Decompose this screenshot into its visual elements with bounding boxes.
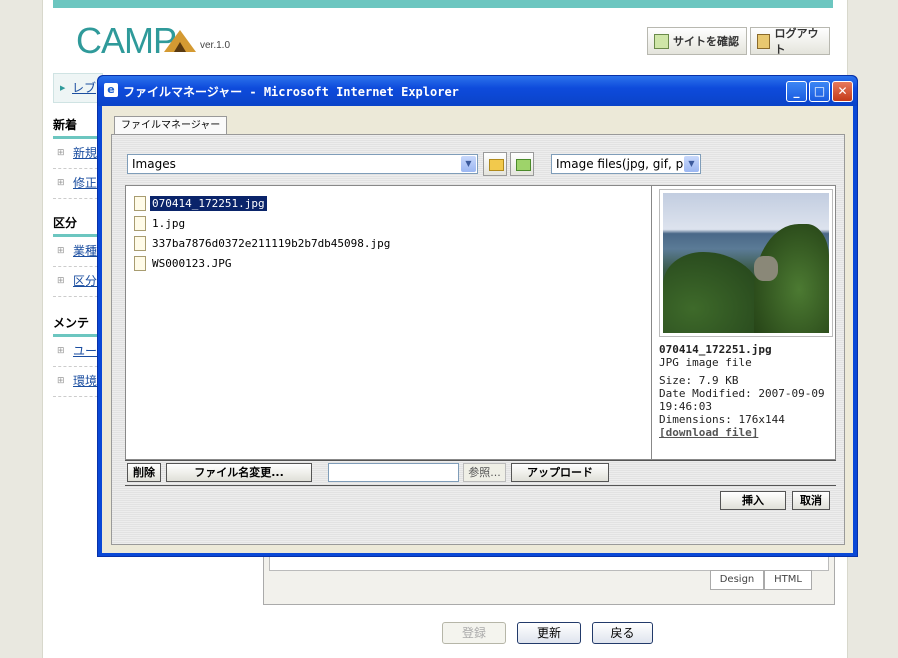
file-list: 070414_172251.jpg 1.jpg 337ba7876d0372e2… <box>125 185 652 460</box>
window-titlebar[interactable]: e ファイルマネージャー - Microsoft Internet Explor… <box>98 76 857 106</box>
window-client-area: ファイルマネージャー Images ▼ Image files(jpg, gif… <box>102 106 853 553</box>
sidebar-heading: 区分 <box>53 214 103 237</box>
sidebar-section-new: 新着 新規 修正 <box>53 116 103 199</box>
sidebar-item-industry[interactable]: 業種 <box>53 237 103 267</box>
sidebar-section-maintenance: メンテ ユー 環境 <box>53 314 103 397</box>
file-name: 070414_172251.jpg <box>150 195 267 211</box>
preview-file-name: 070414_172251.jpg <box>659 343 772 356</box>
html-mode-tab[interactable]: HTML <box>764 570 812 590</box>
file-icon <box>134 235 146 251</box>
upload-button[interactable]: アップロード <box>511 463 609 482</box>
minimize-icon[interactable]: _ <box>786 81 807 102</box>
preview-file-type: JPG image file <box>659 356 752 369</box>
folder-select-value: Images <box>132 157 176 171</box>
file-type-value: Image files(jpg, gif, pn <box>556 157 691 171</box>
divider <box>125 485 836 486</box>
file-name: WS000123.JPG <box>152 256 232 270</box>
sidebar-item-settings[interactable]: 環境 <box>53 367 103 397</box>
browse-button[interactable]: 参照... <box>463 463 506 482</box>
sidebar-item-users[interactable]: ユー <box>53 337 103 367</box>
close-icon[interactable]: ✕ <box>832 81 853 102</box>
editor-content-area[interactable] <box>269 556 829 571</box>
file-info: 070414_172251.jpg JPG image file Size: 7… <box>659 343 825 439</box>
list-item[interactable]: 1.jpg <box>134 214 187 232</box>
rich-text-editor: Design HTML <box>263 555 835 605</box>
design-mode-tab[interactable]: Design <box>710 570 764 590</box>
file-icon <box>134 195 146 211</box>
sidebar-item-edit[interactable]: 修正 <box>53 169 103 199</box>
top-bar <box>53 0 833 8</box>
list-item[interactable]: 070414_172251.jpg <box>134 194 267 212</box>
sidebar-item-category[interactable]: 区分 <box>53 267 103 297</box>
preview-image <box>663 193 829 333</box>
preview-file-size: Size: 7.9 KB <box>659 374 739 387</box>
new-folder-button[interactable] <box>510 152 534 176</box>
file-icon <box>134 255 146 271</box>
file-name: 337ba7876d0372e211119b2b7db45098.jpg <box>152 236 391 250</box>
file-manager-panel: Images ▼ Image files(jpg, gif, pn ▼ 0704… <box>111 134 845 545</box>
cancel-button[interactable]: 取消 <box>792 491 830 510</box>
file-preview: 070414_172251.jpg JPG image file Size: 7… <box>652 185 836 460</box>
sidebar-heading: 新着 <box>53 116 103 139</box>
ie-icon: e <box>104 83 118 97</box>
sidebar-section-category: 区分 業種 区分 <box>53 214 103 297</box>
divider <box>125 460 836 461</box>
preview-date-modified: Date Modified: 2007-09-09 <box>659 387 825 400</box>
file-type-select[interactable]: Image files(jpg, gif, pn ▼ <box>551 154 701 174</box>
file-manager-window: e ファイルマネージャー - Microsoft Internet Explor… <box>97 75 858 557</box>
file-name: 1.jpg <box>152 216 186 230</box>
preview-dimensions: Dimensions: 176x144 <box>659 413 785 426</box>
sidebar-item-new[interactable]: 新規 <box>53 139 103 169</box>
logo: CAMP ver.1.0 <box>76 20 230 61</box>
delete-button[interactable]: 削除 <box>127 463 161 482</box>
view-site-label: サイトを確認 <box>673 35 739 48</box>
insert-button[interactable]: 挿入 <box>720 491 786 510</box>
update-button[interactable]: 更新 <box>517 622 581 644</box>
sidebar-heading: メンテ <box>53 314 103 337</box>
version-label: ver.1.0 <box>200 40 231 51</box>
folder-up-button[interactable] <box>483 152 507 176</box>
register-button[interactable]: 登録 <box>442 622 506 644</box>
rename-button[interactable]: ファイル名変更... <box>166 463 312 482</box>
view-site-button[interactable]: サイトを確認 <box>647 27 747 55</box>
list-item[interactable]: 337ba7876d0372e211119b2b7db45098.jpg <box>134 234 392 252</box>
tab-file-manager[interactable]: ファイルマネージャー <box>114 116 228 135</box>
chevron-down-icon: ▼ <box>684 156 699 172</box>
logout-label: ログアウト <box>774 27 819 56</box>
maximize-icon[interactable]: □ <box>809 81 830 102</box>
preview-thumbnail <box>659 189 833 337</box>
back-button[interactable]: 戻る <box>592 622 653 644</box>
folder-select[interactable]: Images ▼ <box>127 154 478 174</box>
file-icon <box>134 215 146 231</box>
logout-button[interactable]: ログアウト <box>750 27 830 56</box>
logout-icon <box>757 33 771 49</box>
new-folder-icon <box>516 159 531 171</box>
download-file-link[interactable]: [download file] <box>659 426 825 439</box>
folder-up-icon <box>489 159 504 171</box>
logo-text: CAMP <box>76 20 177 61</box>
list-item[interactable]: WS000123.JPG <box>134 254 233 272</box>
chevron-down-icon: ▼ <box>461 156 476 172</box>
preview-time-modified: 19:46:03 <box>659 400 712 413</box>
view-site-icon <box>654 33 669 49</box>
tent-door <box>174 42 186 52</box>
upload-file-input[interactable] <box>328 463 459 482</box>
breadcrumb[interactable]: レブ <box>53 73 103 103</box>
window-title: ファイルマネージャー - Microsoft Internet Explorer <box>123 85 459 99</box>
